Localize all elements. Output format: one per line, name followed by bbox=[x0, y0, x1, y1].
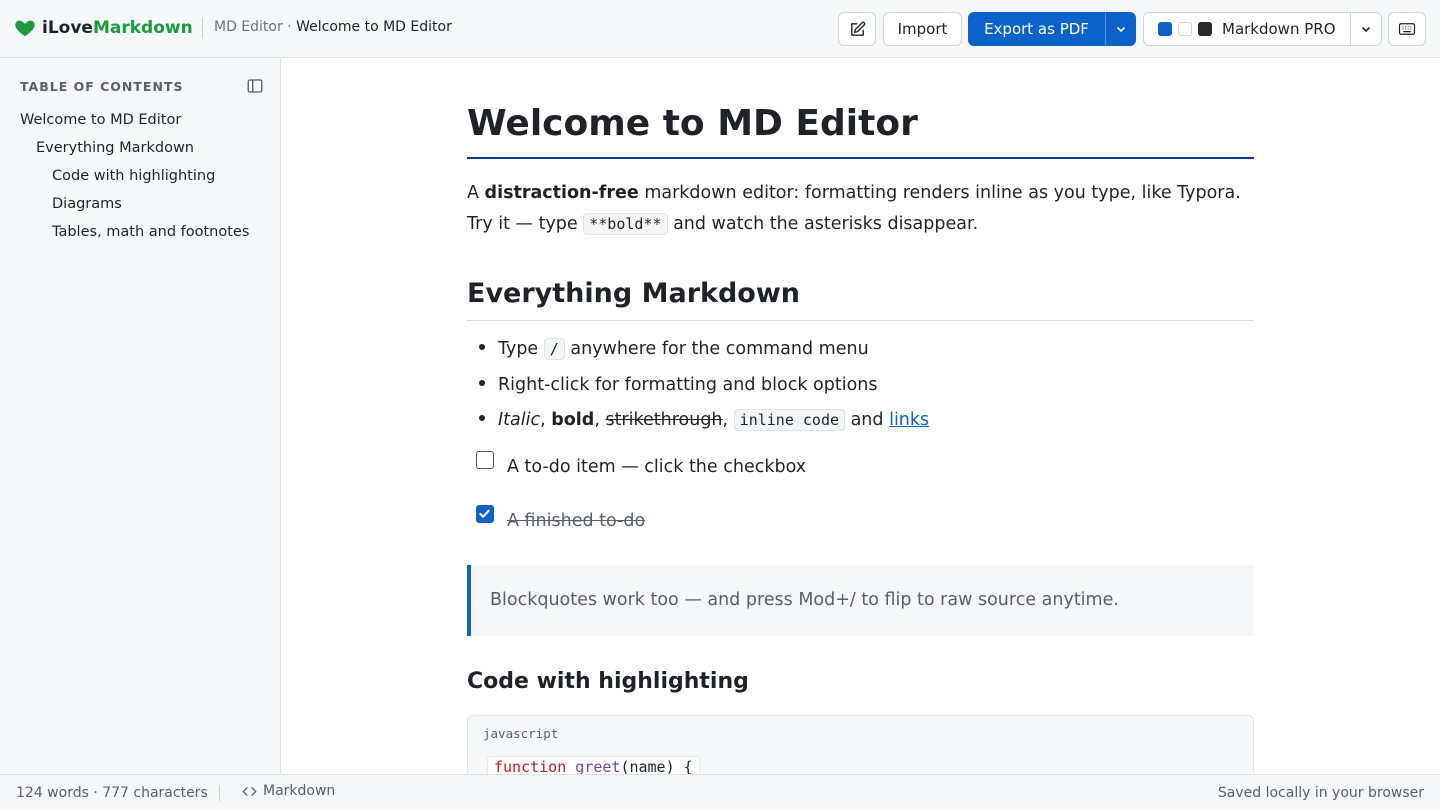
intro-text-c: and watch the asterisks disappear. bbox=[667, 214, 979, 234]
export-pdf-button[interactable]: Export as PDF bbox=[968, 12, 1105, 46]
list-inline-code: inline code bbox=[733, 409, 846, 431]
theme-swatch-dark bbox=[1198, 22, 1212, 36]
word-count: 124 words · 777 characters bbox=[16, 785, 208, 801]
sidebar-toggle-icon[interactable] bbox=[246, 77, 264, 95]
list-item-text: Right-click for formatting and block opt… bbox=[498, 375, 878, 395]
checkmark-icon bbox=[479, 509, 490, 518]
toc-title: TABLE OF CONTENTS bbox=[20, 79, 184, 94]
list-item[interactable]: Type / anywhere for the command menu bbox=[479, 338, 869, 360]
code-block[interactable]: javascript function greet(name) { bbox=[467, 715, 1254, 774]
todo-item-label-done[interactable]: A finished to-do bbox=[507, 511, 645, 531]
theme-swatch-blue bbox=[1158, 22, 1172, 36]
breadcrumb-current: Welcome to MD Editor bbox=[296, 19, 452, 35]
toc-item-diagrams[interactable]: Diagrams bbox=[52, 196, 122, 212]
blockquote[interactable]: Blockquotes work too — and press Mod+/ t… bbox=[467, 565, 1254, 636]
list-item-text: Type bbox=[498, 339, 544, 359]
list-item-text: , bbox=[594, 410, 606, 430]
keyboard-shortcuts-button[interactable] bbox=[1388, 12, 1426, 46]
bullet bbox=[479, 380, 485, 386]
top-bar: iLove Markdown MD Editor · Welcome to MD … bbox=[0, 0, 1440, 58]
logo-text-part1: iLove bbox=[42, 18, 93, 38]
export-options-dropdown[interactable] bbox=[1105, 12, 1136, 46]
code-text: (name) { bbox=[620, 758, 693, 774]
intro-inline-code: **bold** bbox=[583, 213, 668, 235]
save-status: Saved locally in your browser bbox=[1217, 785, 1424, 801]
list-item-text: anywhere for the command menu bbox=[564, 339, 869, 359]
chevron-down-icon bbox=[1116, 26, 1125, 33]
mode-toggle[interactable]: Markdown bbox=[242, 783, 335, 799]
keyboard-icon bbox=[1398, 23, 1416, 35]
code-function-name: greet bbox=[575, 758, 621, 774]
heading-1-underline bbox=[467, 157, 1254, 159]
editor-area[interactable]: Welcome to MD Editor A distraction-free … bbox=[282, 58, 1440, 774]
pencil-square-icon bbox=[850, 21, 865, 36]
mode-label: Markdown bbox=[263, 783, 336, 799]
theme-label: Markdown PRO bbox=[1222, 20, 1336, 38]
toc-item-welcome[interactable]: Welcome to MD Editor bbox=[20, 112, 181, 128]
app-logo[interactable]: iLove Markdown bbox=[14, 17, 193, 39]
list-item-text: and bbox=[845, 410, 890, 430]
bullet bbox=[479, 344, 485, 350]
theme-dropdown-button[interactable] bbox=[1350, 12, 1382, 46]
italic-text: Italic bbox=[498, 410, 541, 430]
heart-icon bbox=[15, 20, 35, 37]
strikethrough-text: strikethrough bbox=[605, 410, 723, 430]
heading-1[interactable]: Welcome to MD Editor bbox=[467, 103, 918, 144]
links-link[interactable]: links bbox=[889, 410, 929, 430]
edit-button[interactable] bbox=[838, 12, 876, 46]
bullet bbox=[479, 415, 485, 421]
logo-text-part2: Markdown bbox=[92, 18, 193, 38]
list-item[interactable]: Right-click for formatting and block opt… bbox=[479, 375, 878, 395]
list-item[interactable]: Italic, bold, strikethrough, inline code… bbox=[479, 409, 929, 431]
todo-item-label[interactable]: A to-do item — click the checkbox bbox=[507, 457, 806, 477]
sidebar: TABLE OF CONTENTS Welcome to MD Editor E… bbox=[0, 58, 281, 774]
todo-checkbox-checked[interactable] bbox=[476, 505, 494, 523]
breadcrumb: MD Editor · Welcome to MD Editor bbox=[214, 19, 452, 35]
code-keyword: function bbox=[494, 758, 567, 774]
status-bar: 124 words · 777 characters Markdown Save… bbox=[0, 774, 1440, 810]
code-brackets-icon bbox=[242, 786, 257, 796]
theme-selector[interactable]: Markdown PRO bbox=[1143, 12, 1351, 46]
blockquote-text: Blockquotes work too — and press Mod+/ t… bbox=[490, 590, 1119, 610]
status-divider bbox=[219, 785, 220, 801]
theme-swatch-white bbox=[1178, 22, 1192, 36]
chevron-down-icon bbox=[1361, 26, 1371, 33]
breadcrumb-separator: · bbox=[282, 19, 297, 35]
list-item-text: , bbox=[540, 410, 552, 430]
list-inline-code: / bbox=[543, 338, 565, 360]
import-button[interactable]: Import bbox=[883, 12, 962, 46]
intro-bold: distraction-free bbox=[484, 183, 639, 203]
breadcrumb-divider bbox=[202, 18, 203, 38]
todo-checkbox[interactable] bbox=[476, 451, 494, 469]
bold-text: bold bbox=[551, 410, 595, 430]
heading-2[interactable]: Everything Markdown bbox=[467, 278, 800, 309]
code-line: function greet(name) { bbox=[487, 756, 700, 774]
intro-paragraph[interactable]: A distraction-free markdown editor: form… bbox=[467, 178, 1254, 240]
toc-item-tables-math[interactable]: Tables, math and footnotes bbox=[52, 224, 249, 240]
heading-2-underline bbox=[467, 320, 1254, 321]
intro-text-a: A bbox=[467, 183, 485, 203]
heading-3[interactable]: Code with highlighting bbox=[467, 669, 749, 694]
toc-item-code-highlighting[interactable]: Code with highlighting bbox=[52, 168, 215, 184]
breadcrumb-parent[interactable]: MD Editor bbox=[214, 19, 283, 35]
toc-item-everything-markdown[interactable]: Everything Markdown bbox=[36, 140, 194, 156]
code-language-label: javascript bbox=[483, 726, 559, 741]
list-item-text: , bbox=[722, 410, 734, 430]
